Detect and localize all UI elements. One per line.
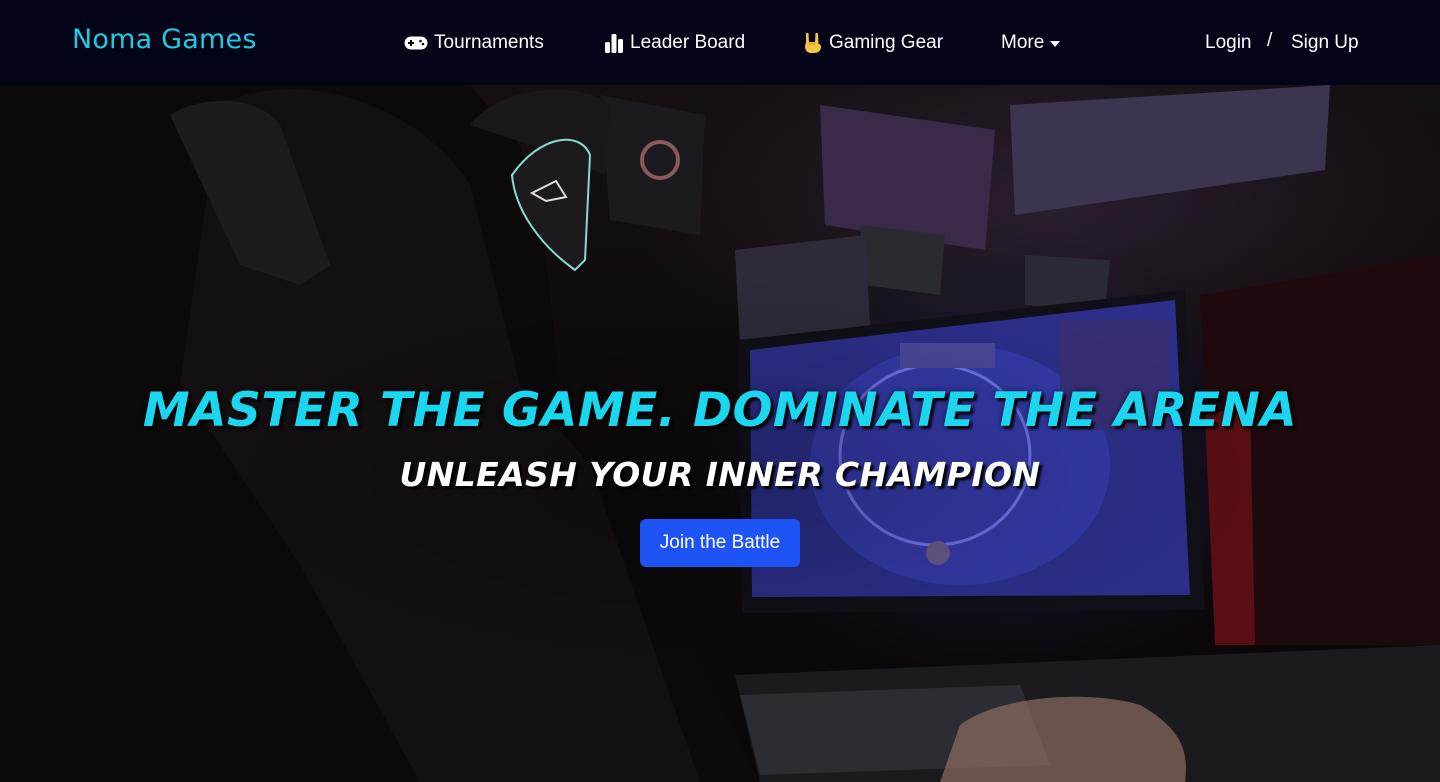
- login-link[interactable]: Login: [1205, 30, 1252, 56]
- nav-item-more-dropdown[interactable]: More: [1001, 30, 1061, 56]
- signup-link[interactable]: Sign Up: [1291, 30, 1359, 56]
- nav-item-leader-board[interactable]: Leader Board: [604, 30, 745, 56]
- gamepad-icon: [404, 36, 428, 50]
- nav-label-gaming-gear: Gaming Gear: [829, 32, 944, 53]
- join-battle-button[interactable]: Join the Battle: [640, 519, 800, 567]
- nav-item-gaming-gear[interactable]: Gaming Gear: [803, 30, 943, 56]
- nav-links: Tournaments Leader Board Gaming Gear Mor…: [0, 0, 1440, 85]
- nav-label-leader-board: Leader Board: [630, 32, 746, 53]
- top-navbar: Noma Games Tournaments Leader Board Gami…: [0, 0, 1440, 85]
- hero-subheadline: UNLEASH YOUR INNER CHAMPION: [399, 455, 1041, 494]
- auth-separator: /: [1267, 30, 1273, 51]
- hero-section: MASTER THE GAME. DOMINATE THE ARENA UNLE…: [0, 85, 1440, 782]
- nav-label-tournaments: Tournaments: [434, 32, 544, 53]
- nav-item-tournaments[interactable]: Tournaments: [404, 30, 544, 56]
- nav-label-more: More: [1001, 32, 1045, 53]
- hero-content: MASTER THE GAME. DOMINATE THE ARENA UNLE…: [0, 85, 1440, 782]
- caret-down-icon: [1050, 40, 1061, 47]
- bar-chart-icon: [604, 33, 624, 53]
- rock-hand-icon: [803, 32, 823, 54]
- hero-headline: MASTER THE GAME. DOMINATE THE ARENA: [142, 383, 1298, 438]
